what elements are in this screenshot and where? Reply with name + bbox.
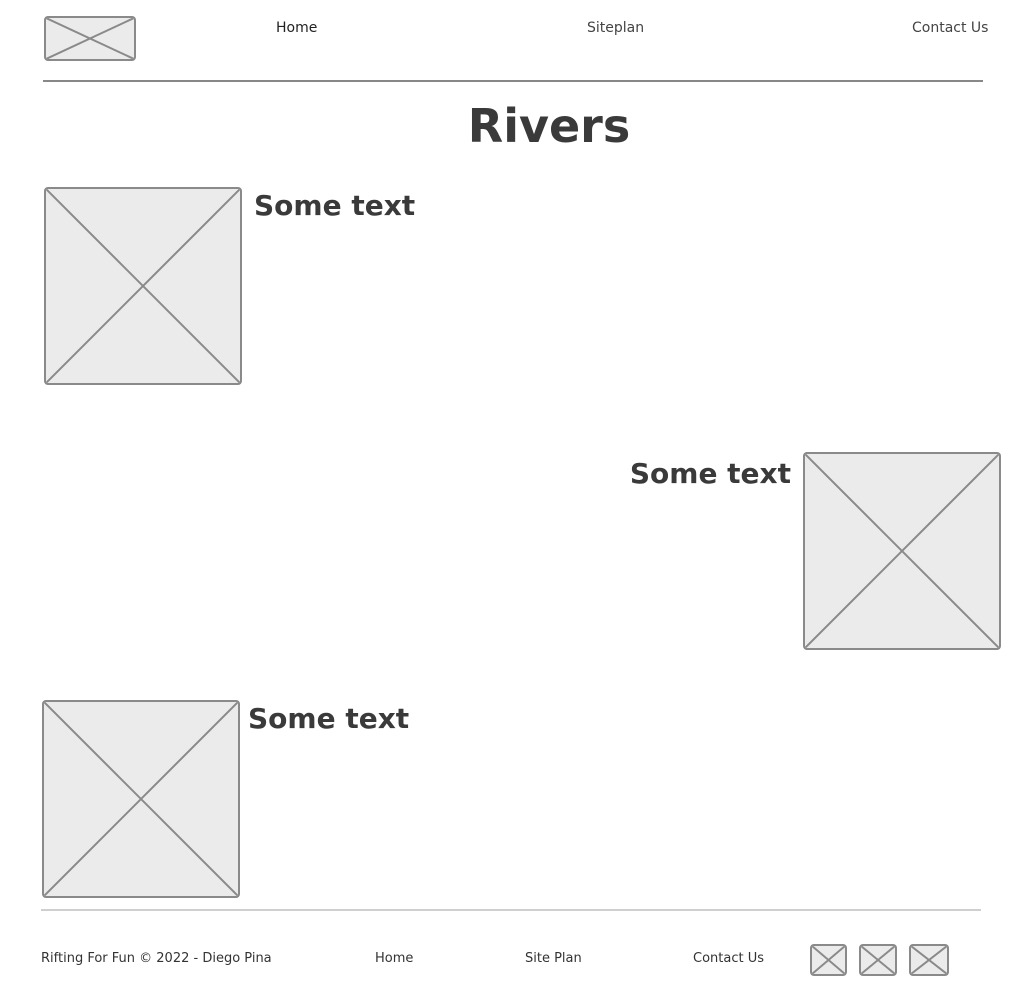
section-1-heading: Some text [254, 189, 416, 222]
placeholder-cross [861, 946, 895, 974]
footer-social-2-image-placeholder-icon[interactable] [859, 944, 897, 976]
section-1-image-placeholder-icon [44, 187, 242, 385]
section-3-image-placeholder-icon [42, 700, 240, 898]
header-divider [43, 80, 983, 82]
nav-contact-link[interactable]: Contact Us [912, 20, 988, 36]
footer-siteplan-link[interactable]: Site Plan [525, 951, 582, 966]
nav-siteplan-link[interactable]: Siteplan [587, 20, 644, 36]
placeholder-cross [805, 454, 999, 648]
footer-copyright: Rifting For Fun © 2022 - Diego Pina [41, 951, 272, 966]
nav-home-link[interactable]: Home [276, 20, 317, 36]
section-2-heading: Some text [629, 457, 791, 490]
logo-image-placeholder-icon[interactable] [44, 16, 136, 61]
page-title: Rivers [467, 99, 631, 153]
footer-contact-link[interactable]: Contact Us [693, 951, 764, 966]
footer-home-link[interactable]: Home [375, 951, 413, 966]
section-2-image-placeholder-icon [803, 452, 1001, 650]
placeholder-cross [812, 946, 845, 974]
placeholder-cross [46, 18, 134, 59]
section-3-heading: Some text [248, 702, 410, 735]
footer-social-1-image-placeholder-icon[interactable] [810, 944, 847, 976]
placeholder-cross [911, 946, 947, 974]
placeholder-cross [44, 702, 238, 896]
placeholder-cross [46, 189, 240, 383]
footer-divider [41, 909, 981, 911]
footer-social-3-image-placeholder-icon[interactable] [909, 944, 949, 976]
